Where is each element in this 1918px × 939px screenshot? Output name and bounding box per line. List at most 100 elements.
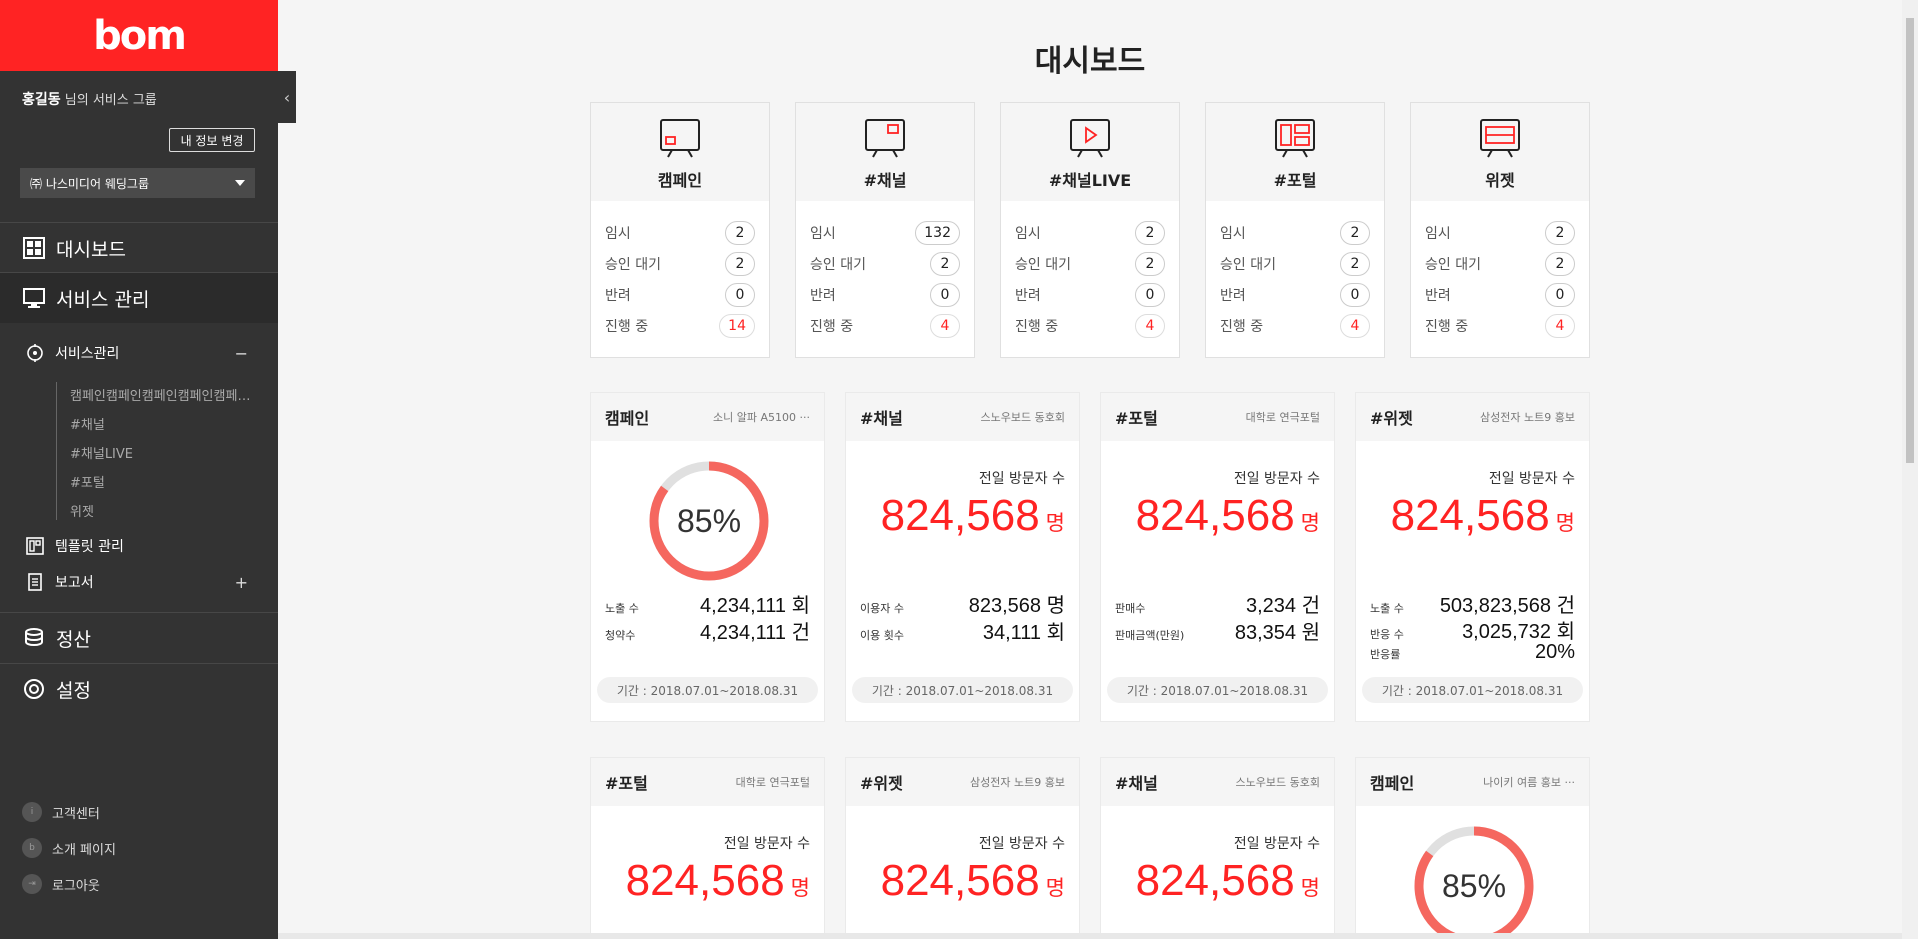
template-icon xyxy=(26,537,44,555)
tree-item-channel[interactable]: #채널 xyxy=(57,411,256,440)
count-pill[interactable]: 2 xyxy=(1340,220,1370,245)
metric-row: 이용자 수 823,568 명 xyxy=(860,589,1065,618)
count-pill[interactable]: 4 xyxy=(1545,313,1575,338)
status-card-channel-live[interactable]: #채널LIVE 임시 2 승인 대기 2 반려 0 진행 중 4 xyxy=(1000,102,1180,358)
expand-icon[interactable]: + xyxy=(235,573,248,592)
metric-row: 반응률 20% xyxy=(1370,641,1575,664)
status-card-portal[interactable]: #포털 임시 2 승인 대기 2 반려 0 진행 중 4 xyxy=(1205,102,1385,358)
nav-service-sub[interactable]: 서비스관리 − xyxy=(0,337,278,369)
count-pill[interactable]: 2 xyxy=(1135,220,1165,245)
stat-card-header: 캠페인 소니 알파 A5100 ··· xyxy=(591,393,824,441)
row-label: 승인 대기 xyxy=(1015,256,1071,273)
visits-number: 824,568 xyxy=(880,856,1040,905)
status-row-active: 진행 중 4 xyxy=(1015,310,1165,341)
count-pill[interactable]: 4 xyxy=(930,313,960,338)
count-pill[interactable]: 14 xyxy=(719,313,755,338)
logout-link[interactable]: ⇥ 로그아웃 xyxy=(22,873,100,895)
sidebar: bom 홍길동 님의 서비스 그룹 내 정보 변경 ㈜ 나스미디어 웨딩그룹 대… xyxy=(0,0,278,939)
visits-value: 824,568 명 xyxy=(881,856,1065,906)
tv-widget-icon xyxy=(1480,119,1520,158)
count-pill[interactable]: 2 xyxy=(725,220,755,245)
nav-service-management[interactable]: 서비스 관리 xyxy=(0,273,278,323)
logo-bar[interactable]: bom xyxy=(0,0,278,71)
stat-card-title: #포털 xyxy=(1115,409,1158,428)
scrollbar-thumb[interactable] xyxy=(1906,18,1914,463)
count-pill[interactable]: 2 xyxy=(725,251,755,276)
visits-number: 824,568 xyxy=(625,856,785,905)
stat-card-campaign-2[interactable]: 캠페인 나이키 여름 홍보 ··· 85% xyxy=(1355,757,1590,939)
count-pill[interactable]: 4 xyxy=(1135,313,1165,338)
nav-report[interactable]: 보고서 + xyxy=(0,566,278,598)
stat-card-channel-2[interactable]: #채널 스노우보드 동호회 전일 방문자 수 824,568 명 xyxy=(1100,757,1335,939)
visits-value: 824,568 명 xyxy=(1391,491,1575,541)
count-pill[interactable]: 2 xyxy=(930,251,960,276)
count-pill[interactable]: 0 xyxy=(725,282,755,307)
visits-unit: 명 xyxy=(1300,877,1320,900)
stat-card-portal-2[interactable]: #포털 대학로 연극포털 전일 방문자 수 824,568 명 xyxy=(590,757,825,939)
service-group-value: ㈜ 나스미디어 웨딩그룹 xyxy=(30,176,149,191)
tv-campaign-icon xyxy=(660,119,700,158)
tree-item-portal[interactable]: #포털 xyxy=(57,469,256,498)
stat-card-widget[interactable]: #위젯 삼성전자 노트9 홍보 전일 방문자 수 824,568 명 노출 수 50… xyxy=(1355,392,1590,722)
row-label: 반려 xyxy=(605,287,631,304)
count-pill[interactable]: 2 xyxy=(1135,251,1165,276)
count-pill[interactable]: 0 xyxy=(1340,282,1370,307)
stat-card-subtitle: 삼성전자 노트9 홍보 xyxy=(1480,411,1575,424)
stat-card-portal[interactable]: #포털 대학로 연극포털 전일 방문자 수 824,568 명 판매수 3,234 … xyxy=(1100,392,1335,722)
count-pill[interactable]: 0 xyxy=(930,282,960,307)
metric-value: 823,568 명 xyxy=(968,595,1065,617)
stat-card-title: #채널 xyxy=(1115,774,1158,793)
support-link[interactable]: i 고객센터 xyxy=(22,801,100,823)
user-name: 홍길동 xyxy=(22,92,61,108)
target-icon xyxy=(27,344,43,362)
stat-card-channel[interactable]: #채널 스노우보드 동호회 전일 방문자 수 824,568 명 이용자 수 823… xyxy=(845,392,1080,722)
coins-icon xyxy=(25,628,43,647)
nav-settlement[interactable]: 정산 xyxy=(0,613,278,663)
status-card-header: #채널 xyxy=(796,103,974,201)
user-greeting: 홍길동 님의 서비스 그룹 xyxy=(22,89,157,109)
status-card-campaign[interactable]: 캠페인 임시 2 승인 대기 2 반려 0 진행 중 14 xyxy=(590,102,770,358)
stat-card-campaign[interactable]: 캠페인 소니 알파 A5100 ··· 85% 노출 수 4,234,111 회 … xyxy=(590,392,825,722)
status-card-title: #채널LIVE xyxy=(1048,171,1132,190)
visits-label: 전일 방문자 수 xyxy=(978,836,1065,852)
vertical-scrollbar[interactable] xyxy=(1902,0,1918,939)
metric-value: 20% xyxy=(1534,641,1575,663)
row-label: 임시 xyxy=(605,225,631,242)
horizontal-scrollbar[interactable] xyxy=(278,933,1902,939)
tree-item-campaign[interactable]: 캠페인캠페인캠페인캠페인캠페인캠페인 xyxy=(57,382,256,411)
status-card-channel[interactable]: #채널 임시 132 승인 대기 2 반려 0 진행 중 4 xyxy=(795,102,975,358)
visits-unit: 명 xyxy=(1300,512,1320,535)
nav-settings[interactable]: 설정 xyxy=(0,664,278,714)
nav-dashboard[interactable]: 대시보드 xyxy=(0,223,278,273)
collapse-icon[interactable]: − xyxy=(235,344,248,363)
tree-item-channel-live[interactable]: #채널LIVE xyxy=(57,440,256,469)
count-pill[interactable]: 132 xyxy=(915,220,960,245)
stat-card-widget-2[interactable]: #위젯 삼성전자 노트9 홍보 전일 방문자 수 824,568 명 xyxy=(845,757,1080,939)
status-card-header: 캠페인 xyxy=(591,103,769,201)
count-pill[interactable]: 2 xyxy=(1545,251,1575,276)
count-pill[interactable]: 2 xyxy=(1545,220,1575,245)
metric-row: 노출 수 4,234,111 회 xyxy=(605,589,810,618)
metric-value: 503,823,568 건 xyxy=(1439,595,1575,617)
metric-label: 판매금액(만원) xyxy=(1115,629,1185,642)
row-label: 진행 중 xyxy=(810,318,854,335)
visits-value: 824,568 명 xyxy=(626,856,810,906)
row-label: 진행 중 xyxy=(1220,318,1264,335)
row-label: 반려 xyxy=(810,287,836,304)
row-label: 승인 대기 xyxy=(605,256,661,273)
visits-value: 824,568 명 xyxy=(1136,491,1320,541)
count-pill[interactable]: 0 xyxy=(1135,282,1165,307)
edit-my-info-button[interactable]: 내 정보 변경 xyxy=(169,128,255,152)
bom-logo[interactable]: bom xyxy=(93,13,187,59)
intro-page-link[interactable]: b 소개 페이지 xyxy=(22,837,116,859)
service-group-select[interactable]: ㈜ 나스미디어 웨딩그룹 xyxy=(20,168,255,198)
nav-template-management[interactable]: 템플릿 관리 xyxy=(0,530,278,562)
status-card-widget[interactable]: 위젯 임시 2 승인 대기 2 반려 0 진행 중 4 xyxy=(1410,102,1590,358)
count-pill[interactable]: 0 xyxy=(1545,282,1575,307)
tree-item-widget[interactable]: 위젯 xyxy=(57,498,256,527)
count-pill[interactable]: 4 xyxy=(1340,313,1370,338)
status-row-rejected: 반려 0 xyxy=(1425,279,1575,310)
stat-card-subtitle: 스노우보드 동호회 xyxy=(1235,776,1320,789)
count-pill[interactable]: 2 xyxy=(1340,251,1370,276)
status-card-header: #채널LIVE xyxy=(1001,103,1179,201)
